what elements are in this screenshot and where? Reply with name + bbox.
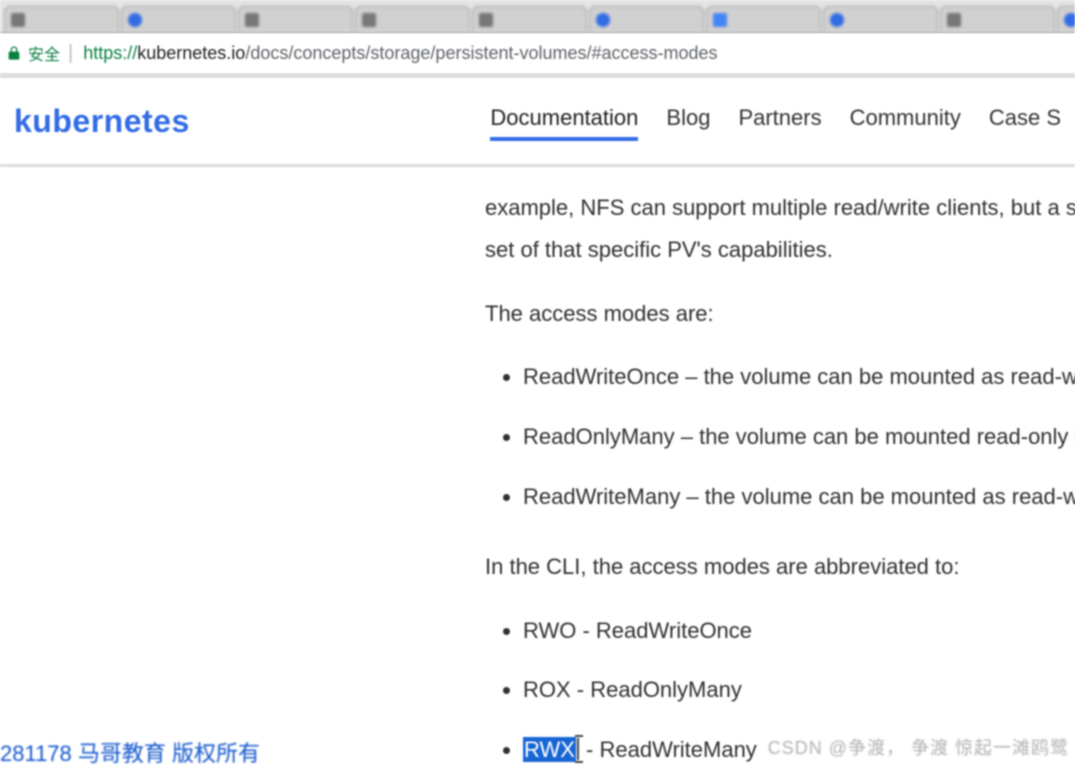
browser-tab[interactable]: [1057, 6, 1075, 32]
browser-tab[interactable]: [4, 6, 119, 32]
access-modes-intro: The access modes are:: [485, 293, 1075, 335]
favicon-icon: [596, 13, 610, 27]
favicon-icon: [128, 13, 142, 27]
selected-text: RWX: [523, 737, 576, 762]
lock-icon: [6, 45, 22, 61]
list-item: ROX - ReadOnlyMany: [523, 669, 1075, 711]
favicon-icon: [1064, 13, 1075, 27]
favicon-icon: [830, 13, 844, 27]
watermark-text: CSDN @争渡， 争渡 惊起一滩鸥鹭: [768, 734, 1069, 760]
url-path: /docs/concepts/storage/persistent-volume…: [245, 43, 717, 63]
browser-tab[interactable]: [238, 6, 353, 32]
nav-partners[interactable]: Partners: [738, 105, 821, 137]
article-body: example, NFS can support multiple read/w…: [0, 167, 1075, 770]
browser-tab[interactable]: [355, 6, 470, 32]
nav-community[interactable]: Community: [850, 105, 961, 137]
cli-intro: In the CLI, the access modes are abbrevi…: [485, 546, 1075, 588]
browser-tabstrip: [0, 0, 1075, 33]
intro-fragment: example, NFS can support multiple read/w…: [485, 187, 1075, 271]
brand-logo-text[interactable]: kubernetes: [14, 103, 190, 140]
rwx-rest: - ReadWriteMany: [580, 737, 757, 762]
site-header: kubernetes Documentation Blog Partners C…: [0, 74, 1075, 167]
browser-tab[interactable]: [823, 6, 938, 32]
favicon-icon: [947, 13, 961, 27]
favicon-icon: [362, 13, 376, 27]
address-separator: |: [68, 42, 73, 65]
browser-tab[interactable]: [706, 6, 821, 32]
url-text: https://kubernetes.io/docs/concepts/stor…: [83, 43, 717, 64]
main-nav: Documentation Blog Partners Community Ca…: [490, 105, 1061, 137]
browser-address-bar[interactable]: 安全 | https://kubernetes.io/docs/concepts…: [0, 33, 1075, 74]
text-caret-icon: [577, 738, 580, 760]
list-item: RWO - ReadWriteOnce: [523, 610, 1075, 652]
browser-tab[interactable]: [121, 6, 236, 32]
favicon-icon: [713, 13, 727, 27]
favicon-icon: [11, 13, 25, 27]
secure-label: 安全: [28, 41, 60, 65]
list-item: ReadOnlyMany – the volume can be mounted…: [523, 416, 1075, 458]
list-item: ReadWriteOnce – the volume can be mounte…: [523, 356, 1075, 398]
browser-tab[interactable]: [589, 6, 704, 32]
access-modes-list: ReadWriteOnce – the volume can be mounte…: [485, 356, 1075, 517]
nav-case-studies[interactable]: Case S: [989, 105, 1061, 137]
nav-documentation[interactable]: Documentation: [490, 105, 638, 137]
favicon-icon: [245, 13, 259, 27]
browser-tab[interactable]: [940, 6, 1055, 32]
nav-blog[interactable]: Blog: [666, 105, 710, 137]
footer-fragment: 281178 马哥教育 版权所有: [0, 736, 260, 768]
browser-tab[interactable]: [472, 6, 587, 32]
favicon-icon: [479, 13, 493, 27]
list-item: ReadWriteMany – the volume can be mounte…: [523, 476, 1075, 518]
url-scheme: https://: [83, 43, 137, 63]
url-host: kubernetes.io: [137, 43, 245, 63]
